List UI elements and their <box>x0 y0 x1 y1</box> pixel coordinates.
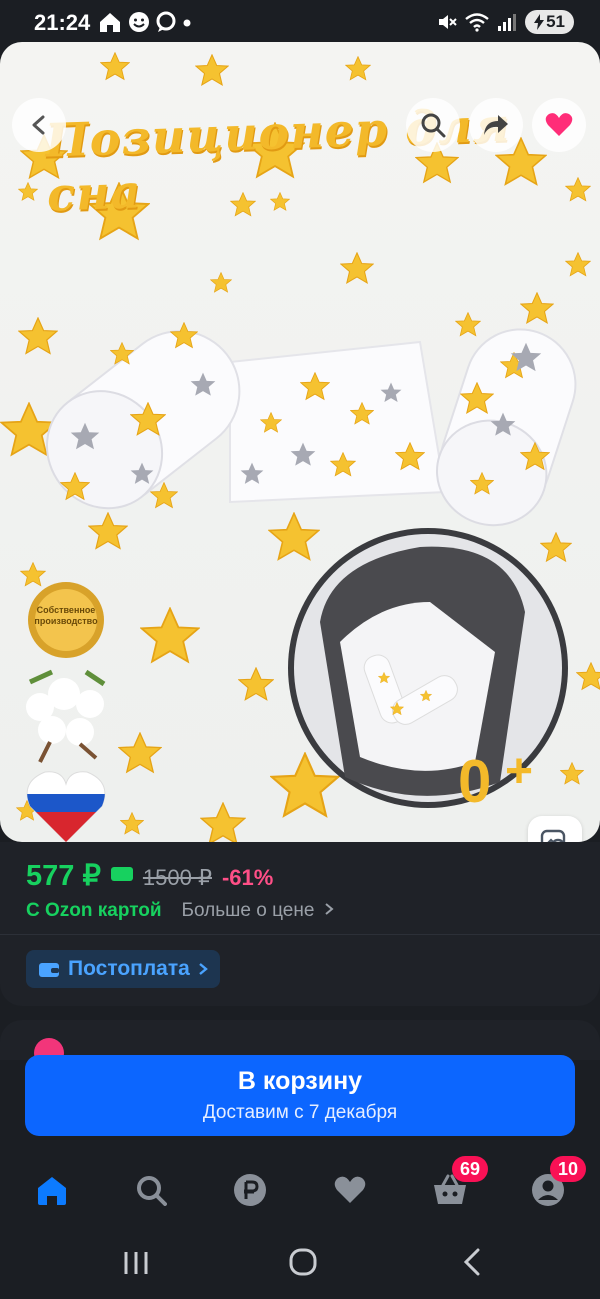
russia-heart-icon <box>26 771 106 842</box>
chevron-right-icon <box>325 903 334 915</box>
price-current: 577 ₽ <box>26 860 101 892</box>
system-nav-bar <box>0 1230 600 1299</box>
tab-search[interactable] <box>131 1170 171 1210</box>
bottom-tab-bar: 69 10 <box>0 1150 600 1230</box>
tab-favorites[interactable] <box>330 1170 370 1210</box>
mute-icon <box>439 15 457 29</box>
back-icon <box>463 1248 480 1276</box>
chevron-left-icon <box>32 115 45 135</box>
wallet-icon <box>39 963 59 977</box>
status-time: 21:24 <box>34 10 91 35</box>
more-price-label: Больше о цене <box>181 900 315 921</box>
dot-icon <box>183 19 191 27</box>
cotton-icon <box>26 669 106 763</box>
product-image[interactable]: 0 + Позиционер для сна Собственное произ… <box>0 42 600 842</box>
image-search-button[interactable] <box>528 816 582 842</box>
face-status-icon <box>129 12 149 32</box>
heart-filled-icon <box>545 113 573 136</box>
cart-badge: 69 <box>452 1156 488 1182</box>
tab-profile[interactable]: 10 <box>528 1156 586 1210</box>
wifi-icon <box>465 13 489 32</box>
svg-text:0: 0 <box>458 748 491 815</box>
battery-level: 51 <box>546 12 565 31</box>
ozon-card-label: С Ozon картой <box>26 900 162 921</box>
search-button[interactable] <box>406 98 460 152</box>
battery-icon: 51 <box>525 10 574 34</box>
back-button[interactable] <box>12 98 66 152</box>
price-old: 1500 ₽ <box>142 865 212 890</box>
more-price-link[interactable]: Больше о цене <box>182 900 334 922</box>
status-right-icons: 51 <box>437 9 574 35</box>
search-icon <box>137 1176 167 1206</box>
discount-percent: -61% <box>221 865 274 890</box>
chevron-right-icon <box>199 963 208 975</box>
add-to-cart-label: В корзину <box>237 1067 363 1095</box>
ozon-card-icon <box>110 867 133 881</box>
own-production-badge: Собственное производство <box>34 605 98 626</box>
search-icon <box>421 113 446 138</box>
tab-home[interactable] <box>32 1170 72 1210</box>
status-bar: 21:24 51 <box>0 0 600 44</box>
home-status-icon <box>100 13 120 32</box>
delivery-date-text: Доставим с 7 декабря <box>202 1102 398 1123</box>
share-button[interactable] <box>469 98 523 152</box>
svg-text:+: + <box>505 745 533 798</box>
recents-icon <box>124 1252 148 1274</box>
tab-cart[interactable]: 69 <box>430 1156 488 1210</box>
status-left-icons <box>98 10 192 34</box>
postpay-button[interactable]: Постоплата <box>26 950 220 988</box>
postpay-label: Постоплата <box>68 957 190 980</box>
home-icon <box>38 1177 66 1205</box>
tab-finance[interactable] <box>230 1170 270 1210</box>
back-system-button[interactable] <box>458 1247 488 1277</box>
share-icon <box>484 115 508 135</box>
signal-icon <box>498 14 517 31</box>
price-block: 577 ₽ 1500 ₽ -61% С Ozon картой Больше о… <box>0 842 600 1006</box>
ruble-icon <box>234 1174 266 1206</box>
next-section-card <box>0 1020 600 1068</box>
chat-status-icon <box>156 11 176 32</box>
image-search-icon <box>540 829 566 842</box>
heart-icon <box>334 1176 366 1203</box>
recents-button[interactable] <box>120 1248 152 1278</box>
add-to-cart-button[interactable]: В корзину Доставим с 7 декабря <box>25 1055 575 1136</box>
price-row: 577 ₽ 1500 ₽ -61% <box>26 858 273 893</box>
divider <box>0 934 600 935</box>
favorite-button[interactable] <box>532 98 586 152</box>
home-system-button[interactable] <box>288 1247 318 1277</box>
profile-badge: 10 <box>550 1156 586 1182</box>
ozon-card-row: С Ozon картой Больше о цене <box>26 900 334 922</box>
home-circle-icon <box>289 1248 317 1276</box>
